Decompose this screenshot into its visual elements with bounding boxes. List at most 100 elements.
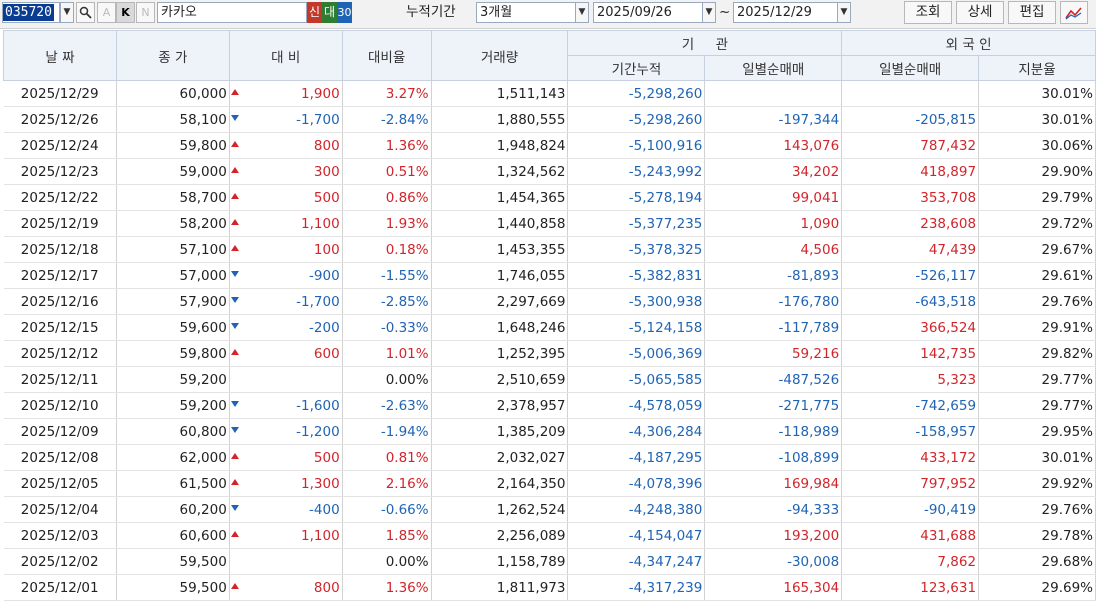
table-row[interactable]: 2025/12/08 62,000 500 0.81% 2,032,027 -4,187,…	[3, 444, 1096, 471]
period-dropdown-button[interactable]: ▼	[575, 2, 589, 23]
cell-foreign-share: 29.68%	[978, 548, 1096, 575]
market-a-button[interactable]: A	[97, 2, 116, 23]
cell-volume: 1,948,824	[431, 132, 569, 159]
cell-rate: 3.27%	[342, 80, 432, 107]
cell-foreign-daily: -526,117	[841, 262, 980, 289]
col-header-inst-daily[interactable]: 일별순매매	[704, 55, 843, 81]
cell-diff: 600	[229, 340, 343, 367]
col-header-foreign-daily[interactable]: 일별순매매	[841, 55, 980, 81]
cell-inst-cumulative: -5,298,260	[567, 106, 706, 133]
cell-date: 2025/12/09	[3, 418, 117, 445]
table-row[interactable]: 2025/12/04 60,200 -400 -0.66% 1,262,524 -4,24…	[3, 496, 1096, 523]
cell-diff: 800	[229, 132, 343, 159]
cell-foreign-daily: 433,172	[841, 444, 980, 471]
table-row[interactable]: 2025/12/17 57,000 -900 -1.55% 1,746,055 -5,38…	[3, 262, 1096, 289]
cell-inst-cumulative: -5,382,831	[567, 262, 706, 289]
cell-inst-daily: 169,984	[704, 470, 843, 497]
credit-badge: 신	[307, 2, 322, 23]
table-row[interactable]: 2025/12/26 58,100 -1,700 -2.84% 1,880,555 -5,…	[3, 106, 1096, 133]
cell-foreign-daily: 142,735	[841, 340, 980, 367]
cell-foreign-share: 29.69%	[978, 574, 1096, 601]
cell-rate: 0.18%	[342, 236, 432, 263]
table-row[interactable]: 2025/12/03 60,600 1,100 1.85% 2,256,089 -4,15…	[3, 522, 1096, 549]
cell-inst-daily: -118,989	[704, 418, 843, 445]
table-row[interactable]: 2025/12/23 59,000 300 0.51% 1,324,562 -5,243,…	[3, 158, 1096, 185]
search-button[interactable]: 조회	[904, 1, 952, 24]
cell-foreign-share: 29.76%	[978, 288, 1096, 315]
table-row[interactable]: 2025/12/22 58,700 500 0.86% 1,454,365 -5,278,…	[3, 184, 1096, 211]
table-row[interactable]: 2025/12/24 59,800 800 1.36% 1,948,824 -5,100,…	[3, 132, 1096, 159]
diff-value: 800	[313, 137, 340, 154]
col-header-close[interactable]: 종 가	[115, 30, 230, 81]
down-arrow-icon	[230, 401, 239, 407]
cell-close: 62,000	[116, 444, 230, 471]
cell-foreign-daily: -90,419	[841, 496, 980, 523]
col-header-inst-cumulative[interactable]: 기간누적	[567, 55, 706, 81]
table-row[interactable]: 2025/12/15 59,600 -200 -0.33% 1,648,246 -5,12…	[3, 314, 1096, 341]
col-header-date[interactable]: 날 짜	[3, 30, 117, 81]
stock-code-input[interactable]: 035720	[2, 2, 60, 23]
detail-button[interactable]: 상세	[956, 1, 1004, 24]
cell-inst-daily: 1,090	[704, 210, 843, 237]
stock-search-button[interactable]	[76, 2, 95, 23]
table-row[interactable]: 2025/12/29 60,000 1,900 3.27% 1,511,143 -5,29…	[3, 80, 1096, 107]
edit-button[interactable]: 편집	[1008, 1, 1056, 24]
cell-rate: -2.63%	[342, 392, 432, 419]
table-row[interactable]: 2025/12/01 59,500 800 1.36% 1,811,973 -4,317,…	[3, 574, 1096, 601]
cell-rate: 1.93%	[342, 210, 432, 237]
table-row[interactable]: 2025/12/10 59,200 -1,600 -2.63% 2,378,957 -4,…	[3, 392, 1096, 419]
chart-button[interactable]	[1060, 1, 1088, 24]
table-row[interactable]: 2025/12/16 57,900 -1,700 -2.85% 2,297,669 -5,…	[3, 288, 1096, 315]
cell-foreign-daily: -205,815	[841, 106, 980, 133]
start-date-input[interactable]: 2025/09/26	[593, 2, 703, 23]
table-row[interactable]: 2025/12/11 59,200 0.00% 2,510,659 -5,065,585…	[3, 366, 1096, 393]
period-select[interactable]: 3개월	[476, 2, 576, 23]
up-arrow-icon	[230, 219, 239, 225]
cell-foreign-share: 29.79%	[978, 184, 1096, 211]
col-header-rate[interactable]: 대비율	[341, 30, 432, 81]
cell-inst-daily: -30,008	[704, 548, 843, 575]
cell-diff: -900	[229, 262, 343, 289]
cell-volume: 1,324,562	[431, 158, 569, 185]
down-arrow-icon	[230, 297, 239, 303]
table-row[interactable]: 2025/12/05 61,500 1,300 2.16% 2,164,350 -4,07…	[3, 470, 1096, 497]
table-row[interactable]: 2025/12/19 58,200 1,100 1.93% 1,440,858 -5,37…	[3, 210, 1096, 237]
cell-inst-cumulative: -4,306,284	[567, 418, 706, 445]
table-row[interactable]: 2025/12/18 57,100 100 0.18% 1,453,355 -5,378,…	[3, 236, 1096, 263]
end-date-input[interactable]: 2025/12/29	[733, 2, 838, 23]
market-n-button[interactable]: N	[136, 2, 155, 23]
cell-date: 2025/12/18	[3, 236, 117, 263]
start-date-calendar-button[interactable]: ▼	[702, 2, 716, 23]
cell-diff: 500	[229, 444, 343, 471]
up-arrow-icon	[230, 479, 239, 485]
col-header-diff[interactable]: 대 비	[228, 30, 343, 81]
diff-value: 1,100	[301, 527, 340, 544]
cell-inst-daily: -271,775	[704, 392, 843, 419]
cell-foreign-daily: -742,659	[841, 392, 980, 419]
col-header-foreign-share[interactable]: 지분율	[978, 55, 1096, 81]
cell-foreign-daily: 787,432	[841, 132, 980, 159]
table-row[interactable]: 2025/12/12 59,800 600 1.01% 1,252,395 -5,006,…	[3, 340, 1096, 367]
col-header-volume[interactable]: 거래량	[430, 30, 569, 81]
cell-rate: -1.94%	[342, 418, 432, 445]
cell-date: 2025/12/15	[3, 314, 117, 341]
end-date-calendar-button[interactable]: ▼	[837, 2, 851, 23]
up-arrow-icon	[230, 141, 239, 147]
cell-rate: -0.33%	[342, 314, 432, 341]
cell-rate: -1.55%	[342, 262, 432, 289]
chevron-down-icon: ▼	[578, 7, 586, 17]
cell-foreign-share: 30.01%	[978, 106, 1096, 133]
chevron-down-icon: ▼	[705, 7, 713, 17]
market-k-button[interactable]: K	[116, 2, 135, 23]
table-row[interactable]: 2025/12/09 60,800 -1,200 -1.94% 1,385,209 -4,…	[3, 418, 1096, 445]
cell-diff: 100	[229, 236, 343, 263]
stock-code-dropdown-button[interactable]: ▼	[60, 2, 74, 23]
magnifier-icon	[79, 6, 92, 19]
cell-foreign-share: 29.72%	[978, 210, 1096, 237]
cell-rate: 2.16%	[342, 470, 432, 497]
cell-foreign-daily: 431,688	[841, 522, 980, 549]
table-row[interactable]: 2025/12/02 59,500 0.00% 1,158,789 -4,347,247…	[3, 548, 1096, 575]
diff-value: 600	[313, 345, 340, 362]
cell-diff	[229, 366, 343, 393]
cell-date: 2025/12/11	[3, 366, 117, 393]
